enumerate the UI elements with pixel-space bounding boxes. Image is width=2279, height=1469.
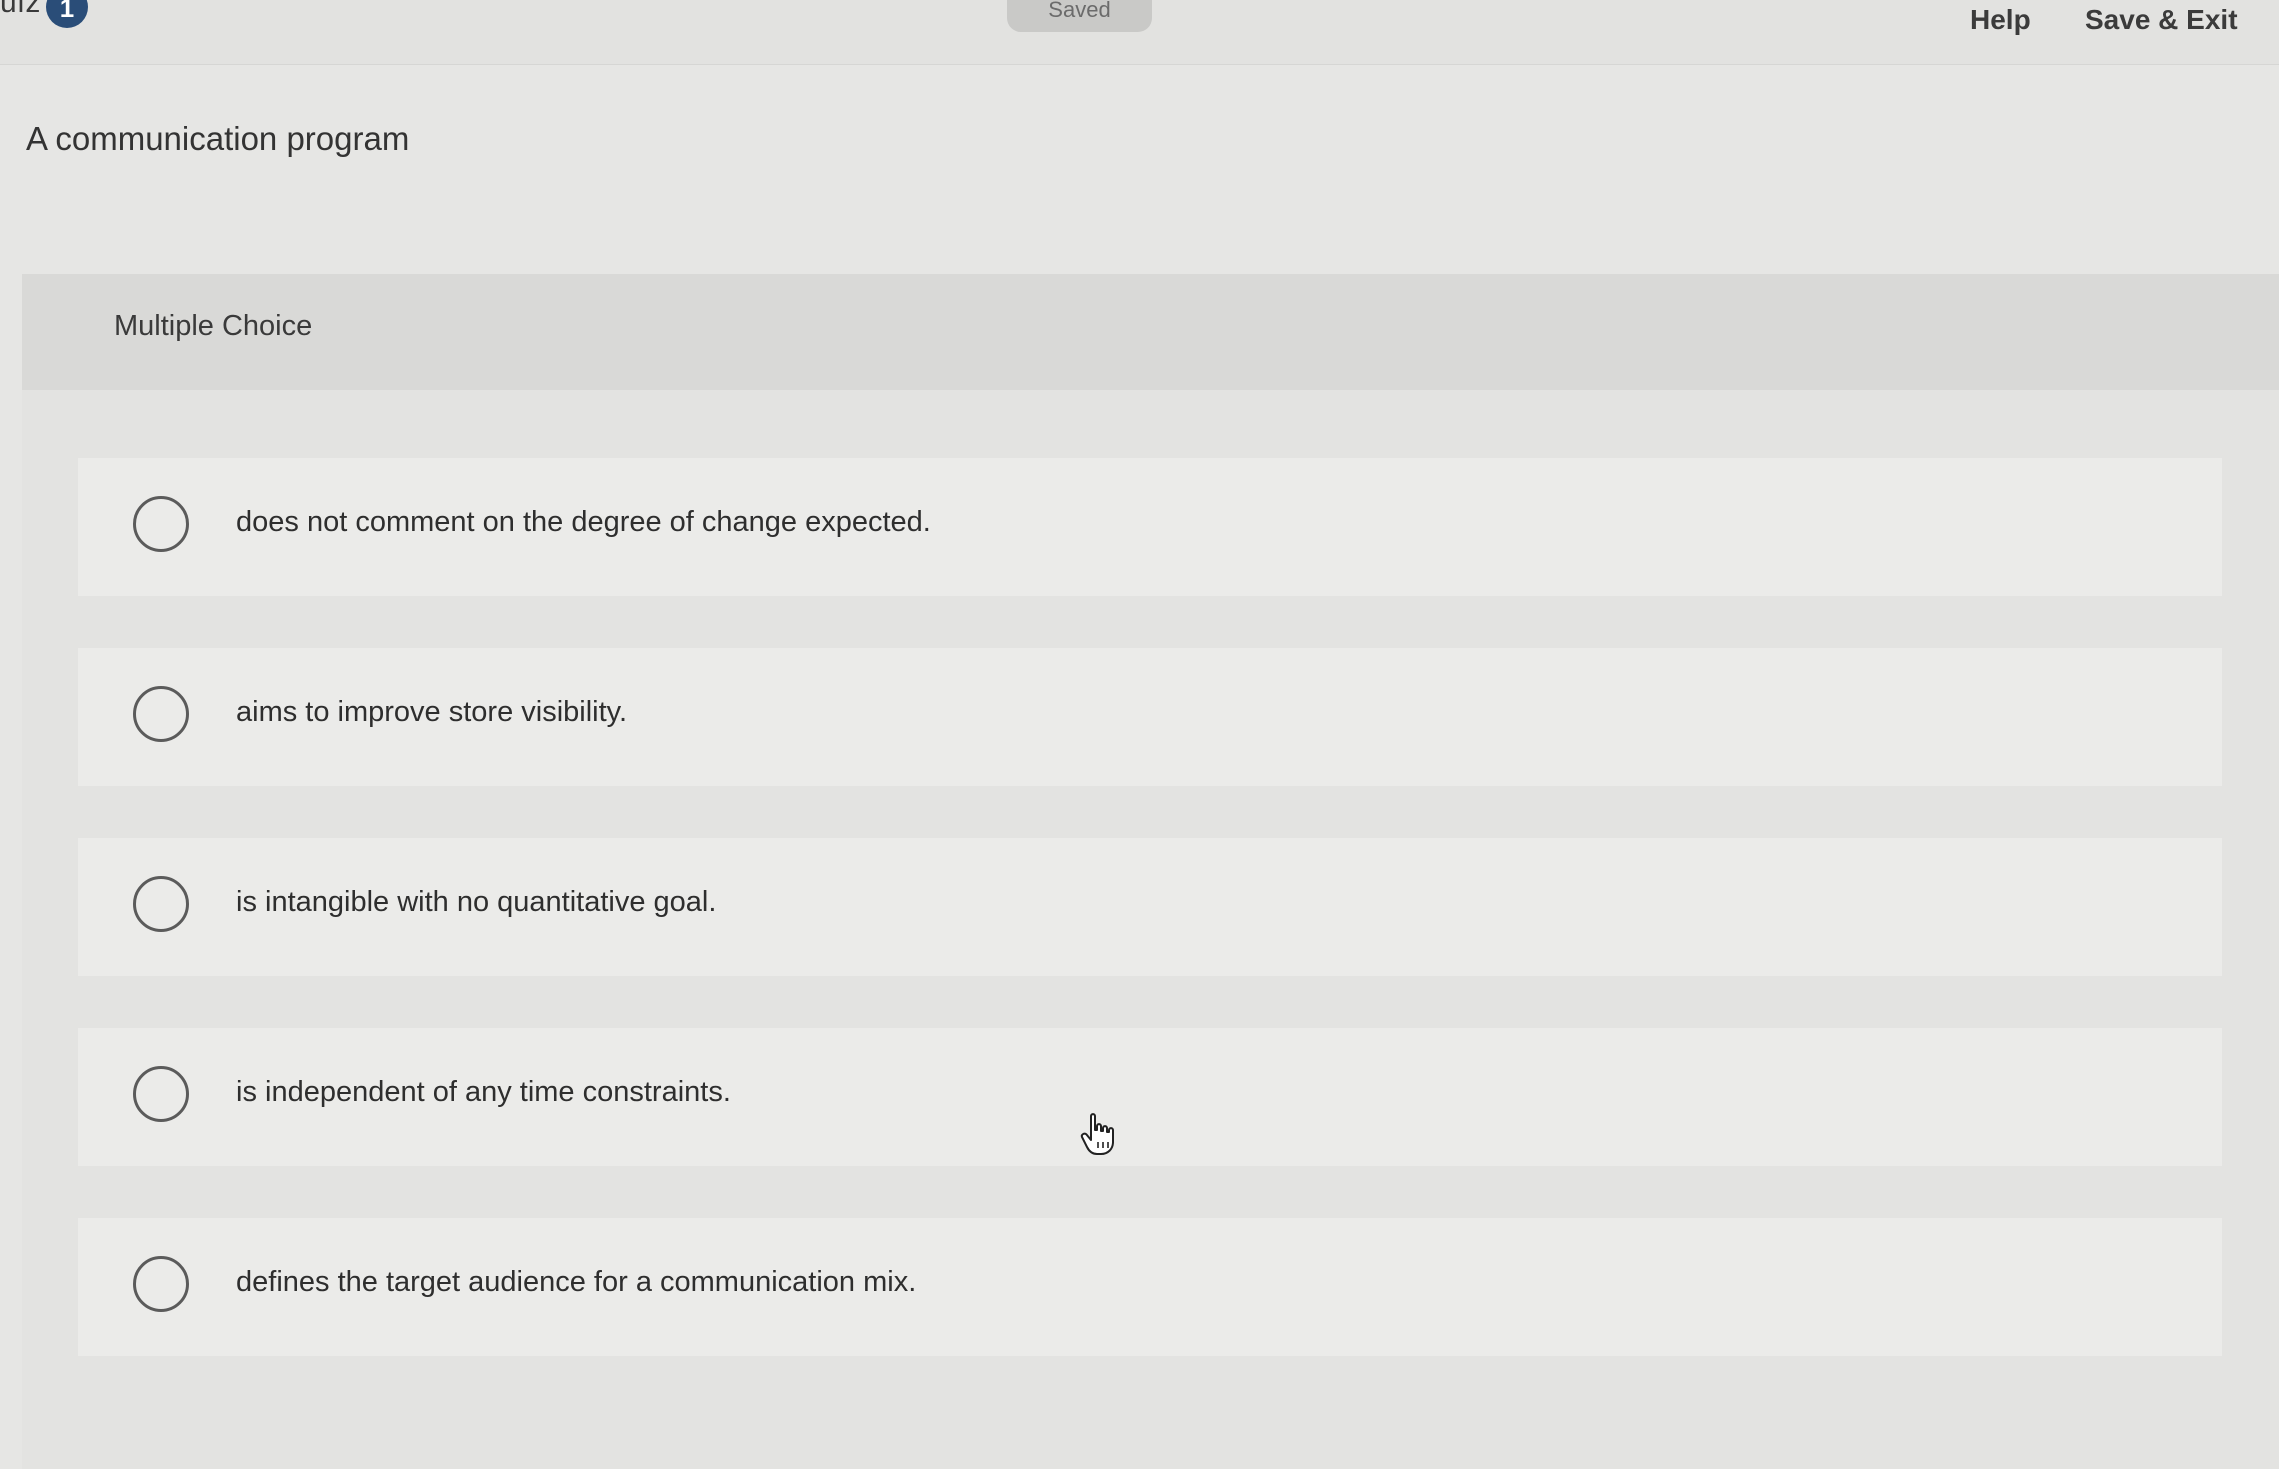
answer-option-text: is intangible with no quantitative goal. [236, 886, 717, 918]
hand-pointer-icon [1080, 1113, 1114, 1155]
help-link[interactable]: Help [1970, 4, 2031, 36]
radio-unchecked-icon[interactable] [133, 686, 189, 742]
answer-option-text: aims to improve store visibility. [236, 696, 628, 728]
question-prompt: A communication program [26, 120, 410, 157]
answer-option-4[interactable]: is independent of any time constraints. [78, 1028, 2222, 1166]
save-exit-link[interactable]: Save & Exit [2085, 4, 2238, 36]
question-type-label: Multiple Choice [114, 310, 313, 342]
answer-option-text: is independent of any time constraints. [236, 1076, 731, 1108]
quiz-title-fragment: uiz [0, 0, 42, 19]
answer-option-3[interactable]: is intangible with no quantitative goal. [78, 838, 2222, 976]
radio-unchecked-icon[interactable] [133, 496, 189, 552]
top-bar: uiz 1 Saved Help Save & Exit [0, 0, 2279, 65]
saved-status-badge: Saved [1007, 0, 1152, 32]
answer-option-text: does not comment on the degree of change… [236, 506, 931, 538]
radio-unchecked-icon[interactable] [133, 1256, 189, 1312]
radio-unchecked-icon[interactable] [133, 1066, 189, 1122]
radio-unchecked-icon[interactable] [133, 876, 189, 932]
answer-option-1[interactable]: does not comment on the degree of change… [78, 458, 2222, 596]
question-type-header: Multiple Choice [22, 274, 2279, 390]
answer-option-5[interactable]: defines the target audience for a commun… [78, 1218, 2222, 1356]
answer-option-2[interactable]: aims to improve store visibility. [78, 648, 2222, 786]
info-icon[interactable]: 1 [46, 0, 88, 28]
answer-option-text: defines the target audience for a commun… [236, 1266, 917, 1298]
